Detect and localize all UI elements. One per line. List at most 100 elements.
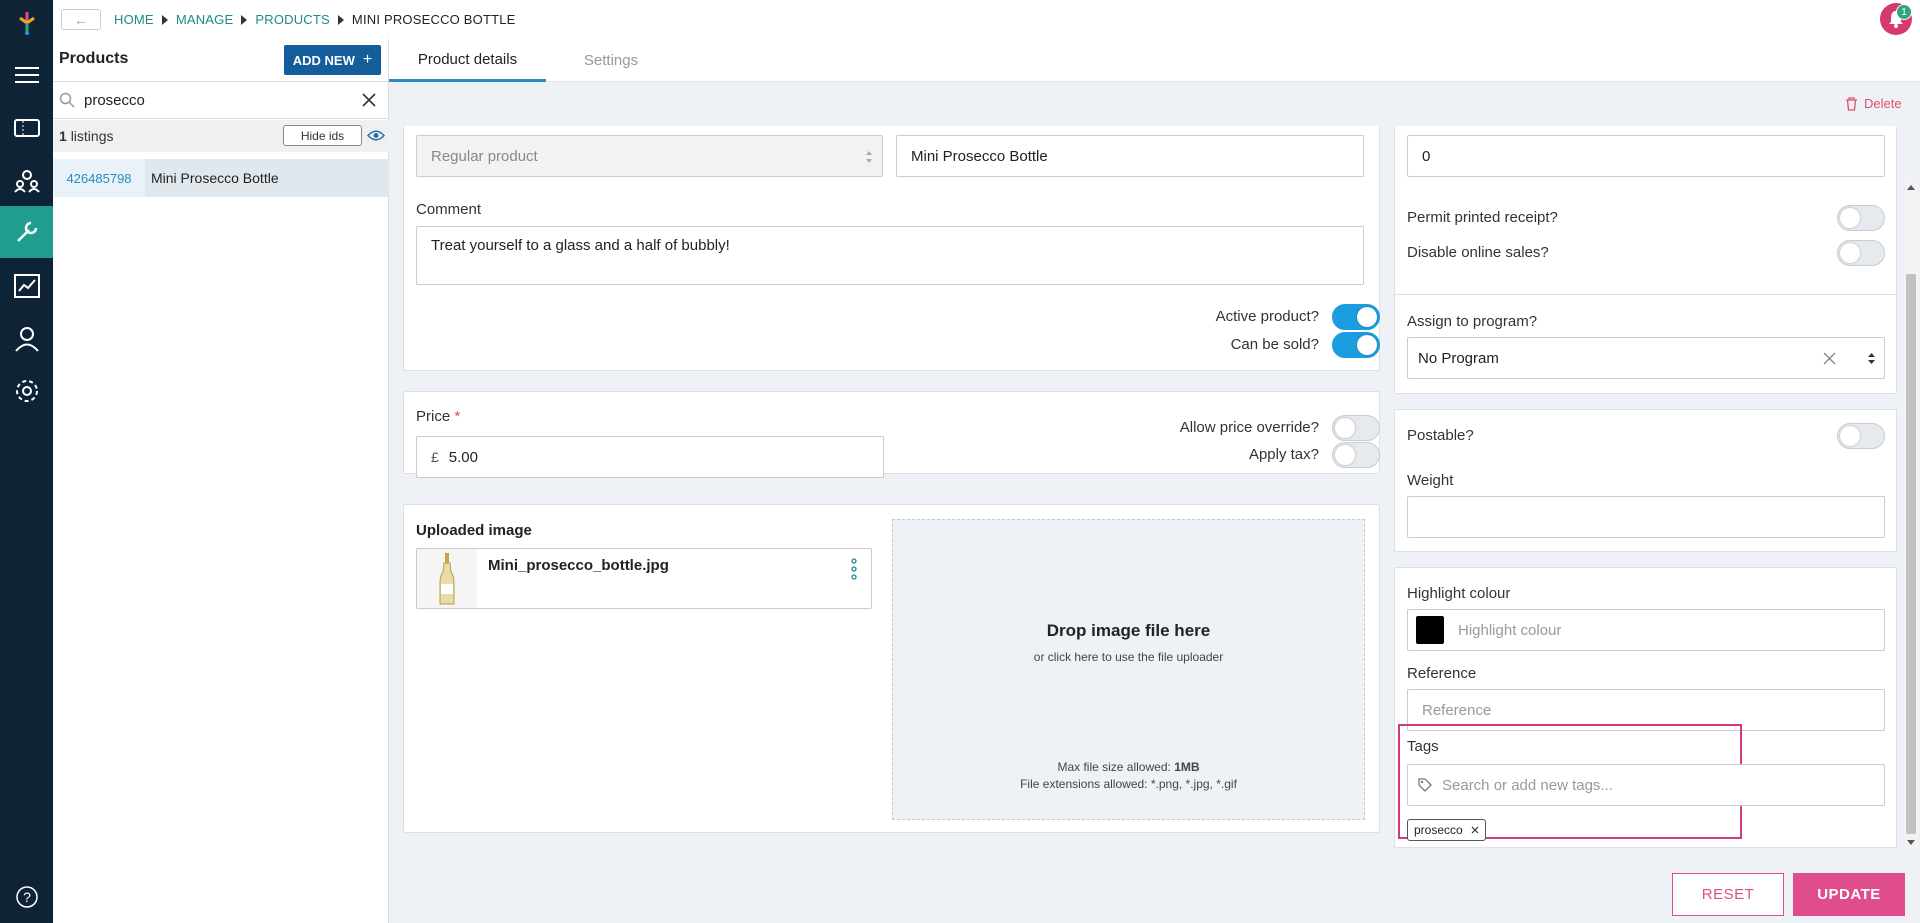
back-button[interactable]: ← <box>61 9 101 30</box>
product-type-select[interactable]: Regular product <box>416 135 883 177</box>
price-field[interactable]: £ 5.00 <box>416 436 884 478</box>
search-input[interactable]: prosecco <box>84 92 145 109</box>
product-id: 426485798 <box>53 159 145 197</box>
product-name-field[interactable]: Mini Prosecco Bottle <box>896 135 1364 177</box>
tags-label: Tags <box>1407 738 1439 755</box>
users-group-icon[interactable] <box>0 155 53 207</box>
program-select[interactable]: No Program <box>1407 337 1885 379</box>
tickets-icon[interactable] <box>0 102 53 154</box>
clear-search-icon[interactable] <box>362 93 376 107</box>
left-nav-bar: ? <box>0 0 53 923</box>
allow-price-override-toggle[interactable] <box>1332 415 1380 441</box>
add-new-button[interactable]: ADD NEW + <box>284 45 381 75</box>
breadcrumb-current: MINI PROSECCO BOTTLE <box>351 12 516 27</box>
uploaded-image-label: Uploaded image <box>416 522 532 539</box>
comment-label: Comment <box>416 201 482 218</box>
highlight-colour-placeholder: Highlight colour <box>1458 621 1562 639</box>
image-dropzone[interactable]: Drop image file here or click here to us… <box>892 519 1365 820</box>
tag-icon <box>1418 778 1432 792</box>
remove-tag-icon[interactable] <box>1471 826 1479 834</box>
products-sidebar: Products ADD NEW + prosecco 1 listings Hi… <box>53 39 389 923</box>
reset-button[interactable]: RESET <box>1672 873 1784 916</box>
breadcrumb-products[interactable]: PRODUCTS <box>255 12 330 27</box>
tab-settings[interactable]: Settings <box>546 39 676 82</box>
file-extensions: File extensions allowed: *.png, *.jpg, *… <box>1020 777 1237 791</box>
select-arrows-icon <box>1868 353 1875 364</box>
more-options-icon[interactable] <box>851 558 857 580</box>
active-product-toggle[interactable] <box>1332 304 1380 330</box>
allow-price-override-label: Allow price override? <box>1179 419 1319 436</box>
program-panel: Assign to program? No Program <box>1394 294 1897 394</box>
printed-receipt-label: Permit printed receipt? <box>1407 209 1558 226</box>
wrench-icon[interactable] <box>0 206 53 258</box>
breadcrumb-home[interactable]: HOME <box>114 12 154 27</box>
menu-icon[interactable] <box>0 49 53 101</box>
clear-program-icon[interactable] <box>1823 352 1836 365</box>
help-icon[interactable]: ? <box>0 871 53 923</box>
colour-swatch[interactable] <box>1416 616 1444 644</box>
tab-bar: Product details Settings <box>389 39 1920 82</box>
file-name: Mini_prosecco_bottle.jpg <box>488 557 669 574</box>
main-content: Delete Regular product Mini Prosecco Bot… <box>389 82 1920 866</box>
price-label: Price * <box>416 408 461 425</box>
reference-label: Reference <box>1407 665 1477 682</box>
brand-logo[interactable] <box>0 0 53 45</box>
apply-tax-toggle[interactable] <box>1332 442 1380 468</box>
breadcrumb-separator-icon <box>241 15 248 25</box>
content-scrollbar[interactable] <box>1904 182 1918 848</box>
list-item[interactable]: 426485798 Mini Prosecco Bottle <box>53 159 389 197</box>
active-product-label: Active product? <box>1215 308 1319 325</box>
tags-placeholder: Search or add new tags... <box>1442 776 1613 794</box>
program-label: Assign to program? <box>1407 313 1538 330</box>
bottle-thumbnail <box>417 549 477 608</box>
breadcrumb-separator-icon <box>161 15 168 25</box>
postable-toggle[interactable] <box>1837 423 1885 449</box>
postage-panel: Postable? Weight <box>1394 409 1897 552</box>
postable-label: Postable? <box>1407 427 1474 444</box>
gear-icon[interactable] <box>0 365 53 417</box>
product-name: Mini Prosecco Bottle <box>145 159 389 197</box>
printed-receipt-toggle[interactable] <box>1837 205 1885 231</box>
delete-button[interactable]: Delete <box>1845 96 1902 111</box>
breadcrumb-manage[interactable]: MANAGE <box>176 12 234 27</box>
disable-online-sales-toggle[interactable] <box>1837 240 1885 266</box>
sales-options-panel: 0 Permit printed receipt? Disable online… <box>1394 126 1897 306</box>
comment-textarea[interactable]: Treat yourself to a glass and a half of … <box>416 226 1364 285</box>
listing-bar: 1 listings Hide ids <box>53 120 389 152</box>
disable-online-sales-label: Disable online sales? <box>1407 244 1549 261</box>
uploaded-file-card: Mini_prosecco_bottle.jpg <box>416 548 872 609</box>
price-panel: Price * £ 5.00 Allow price override? App… <box>403 391 1380 478</box>
extra-details-panel: Highlight colour Highlight colour Refere… <box>1394 567 1897 848</box>
notification-badge: 1 <box>1896 4 1912 20</box>
breadcrumb: HOME MANAGE PRODUCTS MINI PROSECCO BOTTLE <box>114 12 516 27</box>
max-file-size: Max file size allowed: 1MB <box>1057 760 1200 774</box>
can-be-sold-label: Can be sold? <box>1230 336 1319 353</box>
update-button[interactable]: UPDATE <box>1793 873 1905 916</box>
can-be-sold-toggle[interactable] <box>1332 332 1380 358</box>
top-bar: ← HOME MANAGE PRODUCTS MINI PROSECCO BOTTLE <box>53 0 1920 39</box>
highlight-colour-label: Highlight colour <box>1407 585 1511 602</box>
sidebar-title: Products <box>59 50 129 67</box>
add-new-label: ADD NEW <box>292 52 355 68</box>
scrollbar-thumb[interactable] <box>1906 274 1916 834</box>
select-arrows-icon <box>866 151 872 163</box>
plus-icon: + <box>362 51 373 68</box>
tab-product-details[interactable]: Product details <box>389 39 546 82</box>
currency-symbol: £ <box>431 449 439 465</box>
product-info-panel: Regular product Mini Prosecco Bottle Com… <box>403 126 1380 371</box>
quantity-field[interactable]: 0 <box>1407 135 1885 177</box>
hide-ids-button[interactable]: Hide ids <box>283 125 362 146</box>
tag-chip-label: prosecco <box>1414 823 1463 837</box>
weight-field[interactable] <box>1407 496 1885 538</box>
chart-icon[interactable] <box>0 260 53 312</box>
eye-icon[interactable] <box>367 129 385 142</box>
price-value: 5.00 <box>448 448 478 466</box>
tags-input[interactable]: Search or add new tags... <box>1407 764 1885 806</box>
search-icon <box>59 92 75 108</box>
weight-label: Weight <box>1407 472 1454 489</box>
person-icon[interactable] <box>0 313 53 365</box>
apply-tax-label: Apply tax? <box>1248 446 1319 463</box>
form-footer: RESET UPDATE <box>389 866 1920 923</box>
highlight-colour-field[interactable]: Highlight colour <box>1407 609 1885 651</box>
trash-icon <box>1846 96 1857 111</box>
